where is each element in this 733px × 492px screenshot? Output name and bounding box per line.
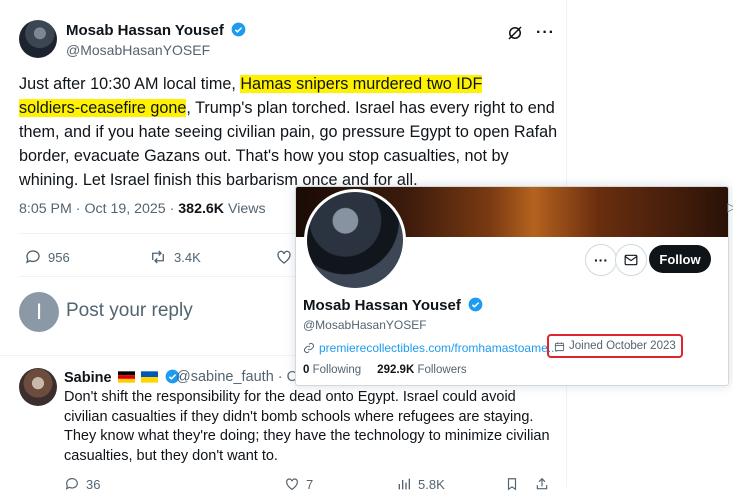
follow-button[interactable]: Follow <box>649 245 711 273</box>
reply-icon <box>65 478 78 490</box>
like-action[interactable] <box>275 248 293 266</box>
follow-stats: 0 Following 292.9K Followers <box>303 364 467 376</box>
following-stat[interactable]: 0 Following <box>303 364 361 376</box>
author-handle[interactable]: @MosabHasanYOSEF <box>66 42 210 58</box>
more-button[interactable]: ··· <box>585 244 617 276</box>
reply-like-action[interactable]: 7 <box>284 476 313 492</box>
heart-icon <box>277 250 291 264</box>
joined-date: Joined October 2023 <box>547 334 683 358</box>
highlighted-text: soldiers-ceasefire gone <box>19 99 187 117</box>
mail-icon <box>624 254 638 266</box>
profile-avatar[interactable] <box>304 189 406 291</box>
repost-icon <box>152 250 164 264</box>
heart-icon <box>286 478 298 491</box>
tweet-timestamp[interactable]: 8:05 PM · Oct 19, 2025 · <box>19 201 178 217</box>
share-icon <box>536 477 548 490</box>
reply-author-avatar[interactable] <box>19 368 57 406</box>
verified-icon <box>468 297 483 312</box>
highlighted-text: Hamas snipers murdered two IDF <box>240 75 483 93</box>
author-name[interactable]: Mosab Hassan Yousef <box>66 22 246 39</box>
calendar-icon <box>554 341 565 351</box>
germany-flag-icon <box>117 371 135 383</box>
more-options-icon[interactable]: ··· <box>536 24 555 42</box>
reply-author-handle[interactable]: @sabine_fauth · Oc <box>176 369 305 385</box>
verified-icon <box>231 22 246 37</box>
reply-bookmark-action[interactable] <box>505 476 519 492</box>
reply-icon <box>25 250 40 264</box>
repost-action[interactable]: 3.4K <box>148 248 201 266</box>
profile-website-link[interactable]: premierecollectibles.com/fromhamastoame.… <box>303 341 558 355</box>
views-count: 382.6K <box>178 201 225 217</box>
reply-author-name[interactable]: Sabine <box>64 369 180 386</box>
tweet-text: Just after 10:30 AM local time, Hamas sn… <box>19 75 558 189</box>
reply-reply-action[interactable]: 36 <box>64 476 100 492</box>
reply-text: Don't shift the responsibility for the d… <box>64 389 550 464</box>
reply-input[interactable]: Post your reply <box>66 300 193 322</box>
author-avatar[interactable] <box>19 20 57 58</box>
ukraine-flag-icon <box>140 371 158 383</box>
profile-hover-card: ··· Follow Mosab Hassan Yousef @MosabHas… <box>295 186 729 386</box>
reply-views-action[interactable]: 5.8K <box>396 476 445 492</box>
message-button[interactable] <box>615 244 647 276</box>
more-icon: ··· <box>594 252 608 268</box>
cursor-indicator: ▷ <box>727 200 733 214</box>
grok-icon[interactable] <box>506 24 524 42</box>
profile-name[interactable]: Mosab Hassan Yousef <box>303 297 483 314</box>
current-user-avatar: I <box>19 292 59 332</box>
link-icon <box>304 343 314 353</box>
tweet-meta: 8:05 PM · Oct 19, 2025 · 382.6K Views <box>19 201 266 217</box>
views-icon <box>398 478 410 490</box>
profile-handle[interactable]: @MosabHasanYOSEF <box>303 318 427 332</box>
followers-stat[interactable]: 292.9K Followers <box>377 364 467 376</box>
tweet-top-icons: ··· <box>506 24 555 42</box>
bookmark-icon <box>507 478 517 491</box>
reply-action[interactable]: 956 <box>24 248 70 266</box>
reply-share-action[interactable] <box>535 476 549 492</box>
